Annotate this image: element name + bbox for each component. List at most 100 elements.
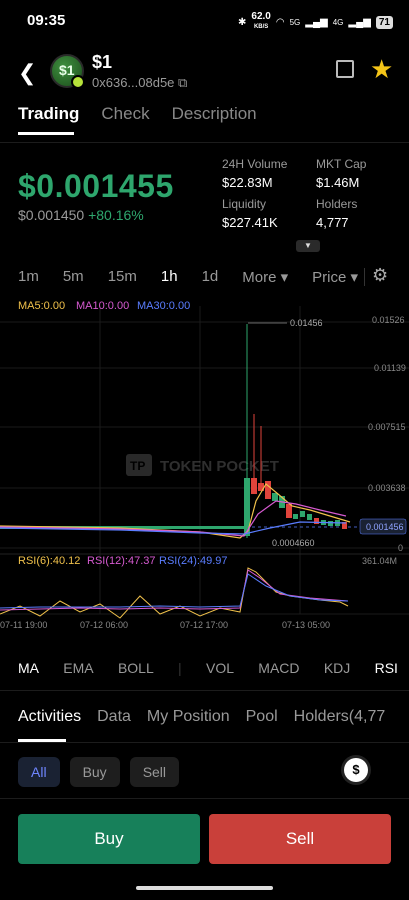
stat-holders: Holders 4,777 xyxy=(316,197,358,230)
price-chart[interactable]: MA5:0.00 MA10:0.00 MA30:0.00 0.01526 0.0… xyxy=(0,296,409,636)
divider xyxy=(0,690,409,691)
tab-check[interactable]: Check xyxy=(101,104,149,124)
share-icon[interactable] xyxy=(336,60,354,78)
x-tick: 07-13 05:00 xyxy=(282,620,330,630)
ma30-label: MA30:0.00 xyxy=(137,300,190,312)
ind-rsi[interactable]: RSI xyxy=(375,660,398,676)
current-price-tag-text: 0.001456 xyxy=(366,522,404,532)
filter-all[interactable]: All xyxy=(18,757,60,787)
tf-more[interactable]: More ▾ xyxy=(242,268,288,286)
signal-4g: 4G xyxy=(332,17,344,27)
low-label: 0.0004660 xyxy=(272,538,315,548)
x-tick: 07-12 06:00 xyxy=(80,620,128,630)
rsi6-line xyxy=(0,567,349,619)
ind-macd[interactable]: MACD xyxy=(258,660,299,676)
candle xyxy=(314,518,319,524)
signal-5g: 5G xyxy=(289,17,301,27)
home-indicator[interactable] xyxy=(136,886,273,890)
tab-pool[interactable]: Pool xyxy=(246,708,278,726)
bluetooth-icon: ✱ xyxy=(238,16,247,28)
tf-1h[interactable]: 1h xyxy=(161,268,178,286)
activity-tabs: Activities Data My Position Pool Holders… xyxy=(18,708,385,726)
x-tick: 07-11 19:00 xyxy=(0,620,47,630)
candle xyxy=(286,504,292,518)
y-tick: 0 xyxy=(398,543,403,553)
candle xyxy=(293,514,298,519)
ind-ema[interactable]: EMA xyxy=(63,660,93,676)
status-icons: ✱ 62.0 KB/S ◠ 5G ▂▄▆ 4G ▂▄▆ 71 xyxy=(238,12,393,32)
y-tick: 0.007515 xyxy=(368,422,406,432)
candles xyxy=(0,324,347,538)
divider xyxy=(364,268,365,286)
tab-my-position[interactable]: My Position xyxy=(147,708,230,726)
tab-indicator xyxy=(18,132,74,135)
ind-ma[interactable]: MA xyxy=(18,660,39,676)
stat-liquidity: Liquidity $227.41K xyxy=(222,197,278,230)
indicator-tabs: MA EMA BOLL | VOL MACD KDJ RSI xyxy=(18,660,398,676)
main-tabs: Trading Check Description xyxy=(18,104,257,124)
buy-button[interactable]: Buy xyxy=(18,814,200,864)
rsi24-line xyxy=(0,573,349,609)
candle xyxy=(251,478,257,494)
copy-icon[interactable]: ⧉ xyxy=(178,75,187,90)
divider xyxy=(0,142,409,143)
token-name: $1 xyxy=(92,52,113,72)
wifi-icon: ◠ xyxy=(275,16,285,28)
tab-description[interactable]: Description xyxy=(172,104,257,124)
y-tick: 0.01526 xyxy=(372,315,405,325)
status-bar: 09:35 ✱ 62.0 KB/S ◠ 5G ▂▄▆ 4G ▂▄▆ 71 xyxy=(0,0,409,42)
ind-vol[interactable]: VOL xyxy=(206,660,234,676)
candle xyxy=(307,514,312,520)
trade-filters: All Buy Sell xyxy=(18,757,180,787)
token-header: ❮ $1 $1 0x636...08d5e ⧉ ★ xyxy=(0,48,409,98)
rsi6-label: RSI(6):40.12 xyxy=(18,555,80,567)
x-tick: 07-12 17:00 xyxy=(180,620,228,630)
favorite-star-icon[interactable]: ★ xyxy=(370,54,393,85)
stat-volume: 24H Volume $22.83M xyxy=(222,157,288,190)
ma5-label: MA5:0.00 xyxy=(18,300,65,312)
divider xyxy=(0,742,409,743)
tf-1d[interactable]: 1d xyxy=(202,268,219,286)
sell-button[interactable]: Sell xyxy=(209,814,391,864)
tf-1m[interactable]: 1m xyxy=(18,268,39,286)
candle xyxy=(300,511,305,517)
rsi12-label: RSI(12):47.37 xyxy=(87,555,155,567)
high-label: 0.01456 xyxy=(290,318,323,328)
filter-buy[interactable]: Buy xyxy=(69,757,120,787)
signal-bars-icon: ▂▄▆ xyxy=(305,16,328,28)
tab-holders[interactable]: Holders(4,77 xyxy=(294,708,386,726)
tab-data[interactable]: Data xyxy=(97,708,131,726)
currency-toggle-icon[interactable]: $ xyxy=(344,758,368,782)
ma5-line xyxy=(0,483,351,539)
candle xyxy=(328,521,333,526)
expand-stats-icon[interactable]: ▼ xyxy=(296,240,320,252)
rsi24-label: RSI(24):49.97 xyxy=(159,555,227,567)
tf-5m[interactable]: 5m xyxy=(63,268,84,286)
tab-activities[interactable]: Activities xyxy=(18,708,81,726)
tf-price[interactable]: Price ▾ xyxy=(312,268,358,286)
ma10-label: MA10:0.00 xyxy=(76,300,129,312)
signal-bars-icon: ▂▄▆ xyxy=(348,16,371,28)
divider: | xyxy=(178,660,182,676)
rsi-right-value: 361.04M xyxy=(362,556,397,566)
token-address[interactable]: 0x636...08d5e ⧉ xyxy=(92,75,187,91)
stat-mcap: MKT Cap $1.46M xyxy=(316,157,367,190)
filter-sell[interactable]: Sell xyxy=(129,757,180,787)
chain-badge-icon xyxy=(71,75,85,89)
tf-15m[interactable]: 15m xyxy=(108,268,137,286)
rsi12-line xyxy=(0,569,349,611)
timeframe-bar: 1m 5m 15m 1h 1d More ▾ Price ▾ xyxy=(18,268,382,286)
current-price: $0.001455 xyxy=(18,168,174,204)
tab-trading[interactable]: Trading xyxy=(18,104,79,124)
net-speed: 62.0 KB/S xyxy=(251,11,271,31)
watermark: TP TOKEN POCKET xyxy=(126,454,279,476)
y-tick: 0.003638 xyxy=(368,483,406,493)
ind-boll[interactable]: BOLL xyxy=(118,660,154,676)
candle xyxy=(272,493,278,501)
price-sub: $0.001450 +80.16% xyxy=(18,207,144,223)
divider xyxy=(0,798,409,799)
ind-kdj[interactable]: KDJ xyxy=(324,660,350,676)
chart-settings-gear-icon[interactable]: ⚙ xyxy=(372,265,388,286)
svg-text:TP: TP xyxy=(130,459,145,473)
back-icon[interactable]: ❮ xyxy=(18,60,36,86)
